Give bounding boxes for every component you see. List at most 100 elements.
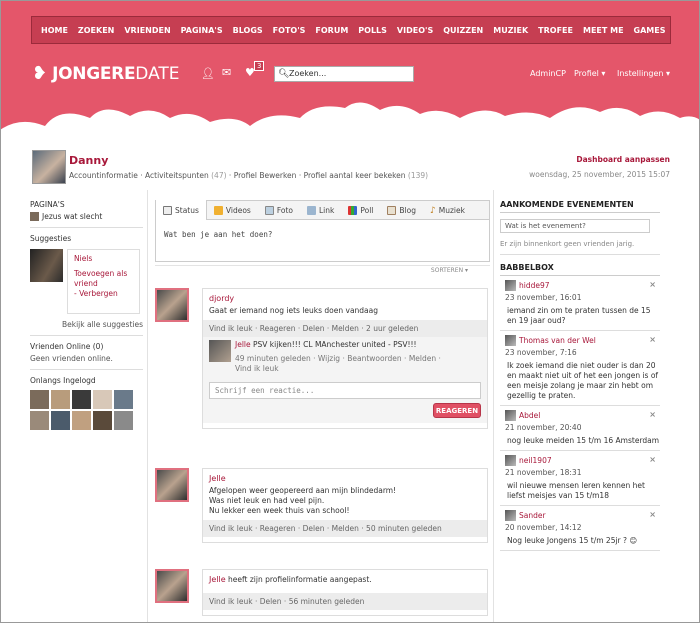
blog-icon: [387, 205, 397, 215]
comment-avatar[interactable]: [209, 340, 231, 362]
message-user[interactable]: neil1907: [519, 456, 552, 465]
suggestion-card: Niels Toevoegen als vriend - Verbergen: [30, 249, 143, 314]
nav-meet-me[interactable]: MEET ME: [583, 26, 624, 35]
message-text: iemand zin om te praten tussen de 15 en …: [507, 306, 651, 325]
reply-button[interactable]: REAGEREN: [433, 403, 481, 418]
close-icon[interactable]: ×: [649, 280, 656, 289]
message-avatar[interactable]: [505, 455, 516, 466]
avatar[interactable]: [32, 150, 66, 184]
message-avatar[interactable]: [505, 280, 516, 291]
message-text: wil nieuwe mensen leren kennen het liefs…: [507, 481, 645, 500]
status-input[interactable]: Wat ben je aan het doen?: [155, 220, 490, 262]
suggestion-name[interactable]: Niels: [74, 254, 133, 264]
nav-zoeken[interactable]: ZOEKEN: [78, 26, 114, 35]
all-suggestions-link[interactable]: Bekijk alle suggesties: [30, 320, 143, 329]
message-avatar[interactable]: [505, 410, 516, 421]
recent-user-thumb[interactable]: [30, 390, 49, 409]
post-author[interactable]: Jelle: [209, 575, 226, 584]
tab-poll[interactable]: Poll: [341, 205, 380, 215]
message-avatar[interactable]: [505, 510, 516, 521]
suggestion-hide[interactable]: - Verbergen: [74, 289, 133, 299]
pencil-icon: [163, 205, 172, 215]
nav-trofee[interactable]: TROFEE: [538, 26, 573, 35]
message-user[interactable]: hidde97: [519, 281, 550, 290]
post-actions[interactable]: Vind ik leuk · Reageren · Delen · Melden…: [203, 520, 487, 537]
nav-polls[interactable]: POLLS: [358, 26, 387, 35]
page-item[interactable]: Jezus wat slecht: [42, 212, 102, 221]
sort-dropdown[interactable]: SORTEREN ▾: [155, 265, 490, 274]
reply-input[interactable]: Schrijf een reactie...: [209, 382, 481, 399]
message-user[interactable]: Thomas van der Wel: [519, 336, 596, 345]
nav-videos[interactable]: VIDEO'S: [397, 26, 433, 35]
recent-user-thumb[interactable]: [72, 390, 91, 409]
tab-blog[interactable]: Blog: [380, 205, 423, 215]
tab-link[interactable]: Link: [300, 205, 341, 215]
post-text: Afgelopen weer geopereerd aan mijn blind…: [209, 486, 397, 515]
recent-user-thumb[interactable]: [30, 411, 49, 430]
post-author[interactable]: djordy: [209, 294, 481, 303]
nav-paginas[interactable]: PAGINA'S: [181, 26, 223, 35]
tab-muziek[interactable]: ♪ Muziek: [423, 206, 472, 216]
tab-videos[interactable]: Videos: [207, 205, 258, 215]
link-accountinformatie[interactable]: Accountinformatie: [69, 171, 138, 180]
mail-icon[interactable]: ✉: [222, 66, 231, 79]
message-user[interactable]: Abdel: [519, 411, 540, 420]
nav-home[interactable]: HOME: [41, 26, 68, 35]
link-profiel-bewerken[interactable]: Profiel Bewerken: [234, 171, 297, 180]
post-author[interactable]: Jelle: [209, 474, 481, 483]
recent-user-thumb[interactable]: [93, 390, 112, 409]
post-actions[interactable]: Vind ik leuk · Delen · 56 minuten gelede…: [203, 593, 487, 610]
nav-games[interactable]: GAMES: [634, 26, 666, 35]
search-input[interactable]: 🔍︎ Zoeken...: [274, 66, 414, 82]
nav-vrienden[interactable]: VRIENDEN: [124, 26, 170, 35]
post-text: Gaat er iemand nog iets leuks doen vanda…: [209, 306, 379, 315]
nav-blogs[interactable]: BLOGS: [233, 26, 263, 35]
tab-foto[interactable]: Foto: [258, 205, 300, 215]
tab-status[interactable]: Status: [156, 200, 207, 220]
close-icon[interactable]: ×: [649, 335, 656, 344]
comment-meta[interactable]: 49 minuten geleden · Wijzig · Beantwoord…: [235, 354, 441, 364]
column-divider: [493, 190, 494, 623]
babbelbox-message: Abdel × 21 november, 20:40 nog leuke mei…: [500, 406, 660, 451]
recent-user-thumb[interactable]: [51, 390, 70, 409]
event-input[interactable]: Wat is het evenement?: [500, 219, 650, 233]
post-avatar[interactable]: [155, 468, 189, 502]
comment: Jelle PSV kijken!!! CL MAnchester united…: [203, 337, 487, 377]
recent-user-thumb[interactable]: [114, 411, 133, 430]
dashboard-aanpassen-link[interactable]: Dashboard aanpassen: [576, 155, 670, 164]
recent-user-thumb[interactable]: [93, 411, 112, 430]
comment-author[interactable]: Jelle: [235, 340, 251, 349]
close-icon[interactable]: ×: [649, 410, 656, 419]
post-avatar[interactable]: [155, 569, 189, 603]
admincp-link[interactable]: AdminCP: [530, 69, 566, 78]
photo-icon: [264, 205, 274, 215]
suggestion-add-friend[interactable]: Toevoegen als vriend: [74, 269, 133, 289]
instellingen-menu[interactable]: Instellingen ▾: [617, 69, 670, 78]
post-text: heeft zijn profielinformatie aangepast.: [228, 575, 372, 584]
nav-quizzen[interactable]: QUIZZEN: [443, 26, 483, 35]
close-icon[interactable]: ×: [649, 510, 656, 519]
events-heading: AANKOMENDE EVENEMENTEN: [500, 200, 660, 213]
message-user[interactable]: Sander: [519, 511, 546, 520]
recent-user-thumb[interactable]: [72, 411, 91, 430]
suggestion-avatar[interactable]: [30, 249, 63, 282]
close-icon[interactable]: ×: [649, 455, 656, 464]
profile-name[interactable]: Danny: [69, 154, 108, 167]
nav-forum[interactable]: FORUM: [315, 26, 348, 35]
recent-user-thumb[interactable]: [51, 411, 70, 430]
link-profiel-bekeken[interactable]: Profiel aantal keer bekeken: [304, 171, 406, 180]
nav-fotos[interactable]: FOTO'S: [273, 26, 306, 35]
post-avatar[interactable]: [155, 288, 189, 322]
message-avatar[interactable]: [505, 335, 516, 346]
column-divider: [147, 190, 148, 623]
suggestions-heading: Suggesties: [30, 234, 72, 243]
user-icon[interactable]: 👤︎: [201, 67, 215, 80]
link-activiteitspunten[interactable]: Activiteitspunten: [145, 171, 209, 180]
profiel-menu[interactable]: Profiel ▾: [574, 69, 605, 78]
site-logo[interactable]: ❥ JONGERE DATE: [32, 64, 180, 84]
nav-muziek[interactable]: MUZIEK: [493, 26, 528, 35]
post-actions[interactable]: Vind ik leuk · Reageren · Delen · Melden…: [203, 320, 487, 337]
comment-like[interactable]: Vind ik leuk: [235, 364, 441, 374]
video-icon: [213, 205, 223, 215]
recent-user-thumb[interactable]: [114, 390, 133, 409]
